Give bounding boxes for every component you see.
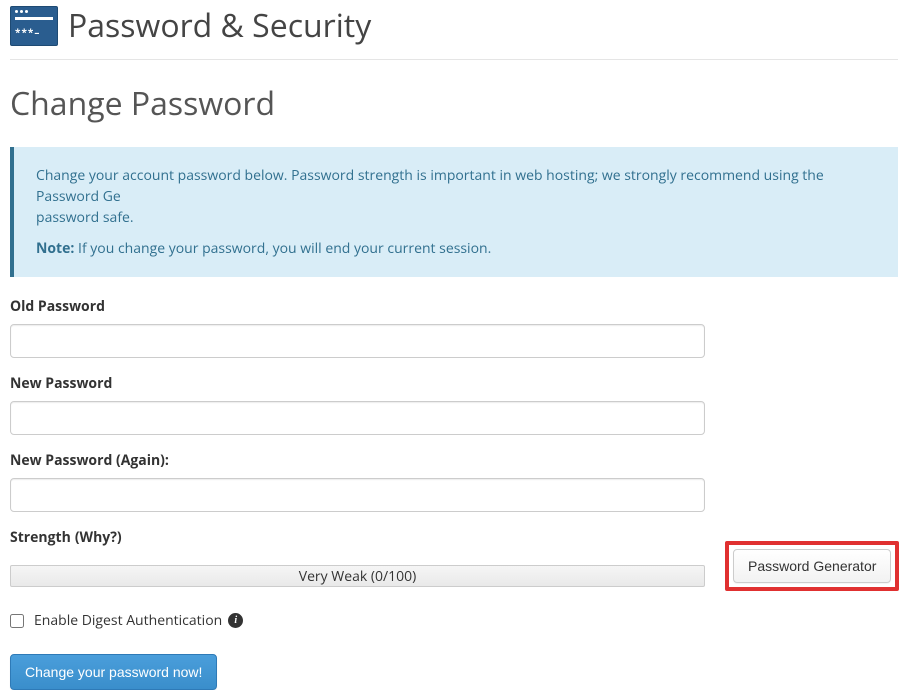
new-password-again-input[interactable] [10, 478, 705, 512]
digest-auth-label: Enable Digest Authentication i [34, 611, 243, 630]
info-alert: Change your account password below. Pass… [10, 147, 898, 277]
page-header: ***– Password & Security [10, 0, 898, 60]
alert-note: Note: If you change your password, you w… [36, 238, 876, 259]
password-generator-highlight: Password Generator [725, 541, 899, 591]
strength-label-row: Strength (Why?) [10, 528, 705, 547]
old-password-label: Old Password [10, 297, 898, 316]
strength-meter: Very Weak (0/100) [10, 565, 705, 587]
strength-left: Strength (Why?) Very Weak (0/100) [10, 528, 705, 587]
page-title: Password & Security [68, 4, 371, 47]
alert-text-1: Change your account password below. Pass… [36, 165, 876, 228]
new-password-again-group: New Password (Again): [10, 451, 898, 512]
strength-text: Very Weak (0/100) [299, 567, 417, 586]
section-title: Change Password [10, 82, 898, 125]
change-password-button[interactable]: Change your password now! [10, 654, 217, 690]
new-password-group: New Password [10, 374, 898, 435]
note-label: Note: [36, 239, 74, 258]
note-text: If you change your password, you will en… [74, 239, 491, 258]
new-password-input[interactable] [10, 401, 705, 435]
new-password-again-label: New Password (Again): [10, 451, 898, 470]
old-password-group: Old Password [10, 297, 898, 358]
strength-row: Strength (Why?) Very Weak (0/100) Passwo… [10, 528, 898, 587]
digest-auth-checkbox[interactable] [10, 614, 24, 628]
old-password-input[interactable] [10, 324, 705, 358]
digest-auth-row: Enable Digest Authentication i [10, 611, 898, 630]
strength-why-link[interactable]: (Why?) [75, 528, 122, 547]
password-security-icon: ***– [10, 6, 58, 46]
new-password-label: New Password [10, 374, 898, 393]
strength-label: Strength [10, 528, 71, 547]
info-icon[interactable]: i [228, 613, 243, 628]
password-generator-button[interactable]: Password Generator [733, 549, 891, 583]
